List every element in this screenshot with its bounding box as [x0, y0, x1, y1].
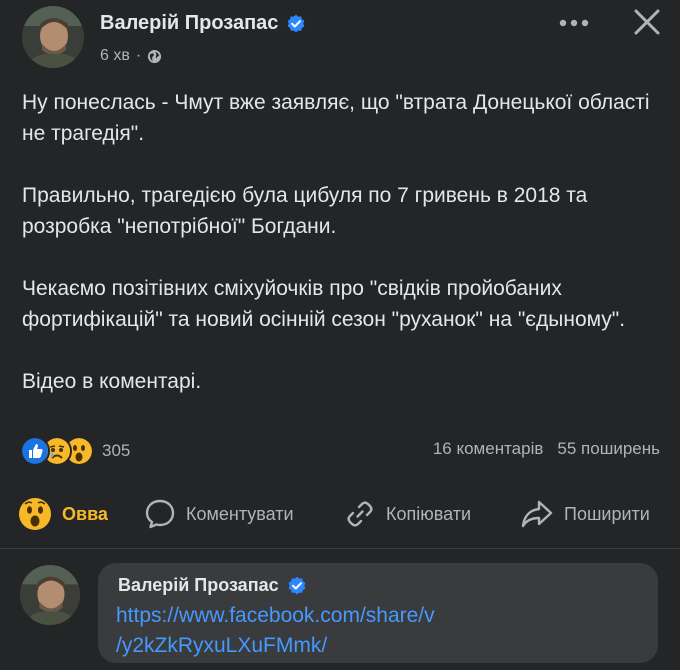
comment-author-name[interactable]: Валерій Прозапас	[118, 575, 279, 596]
share-icon	[521, 500, 553, 528]
post-paragraph: Ну понеслась - Чмут вже заявляє, що "втр…	[22, 91, 650, 145]
post-author[interactable]: Валерій Прозапас	[100, 12, 306, 35]
post-meta: 6 хв ·	[100, 47, 162, 65]
comment-button-label: Коментувати	[186, 503, 294, 524]
comment-author[interactable]: Валерій Прозапас	[118, 575, 307, 596]
reaction-button-label: Овва	[62, 503, 108, 524]
comment-link-line[interactable]: https://www.facebook.com/share/v	[116, 601, 546, 631]
verified-badge-icon	[288, 14, 305, 32]
post-stats: 16 коментарів 55 поширень	[433, 439, 660, 459]
verified-badge-icon	[288, 576, 305, 594]
close-button[interactable]	[627, 2, 667, 42]
action-bar: Овва Коментувати Копіювати Поширити	[0, 494, 680, 534]
copy-button-label: Копіювати	[386, 503, 472, 524]
comments-count[interactable]: 16 коментарів	[433, 439, 544, 459]
close-icon	[634, 9, 660, 35]
more-options-button[interactable]	[556, 10, 592, 36]
post-paragraph: Відео в коментарі.	[22, 370, 202, 393]
comment-button[interactable]: Коментувати	[144, 494, 294, 534]
post-paragraph: Чекаємо позітівних сміхуйочків про "свід…	[22, 277, 626, 331]
post-paragraph: Правильно, трагедією була цибуля по 7 гр…	[22, 184, 588, 238]
reaction-count[interactable]: 305	[102, 441, 130, 461]
copy-button[interactable]: Копіювати	[344, 494, 471, 534]
post-timestamp[interactable]: 6 хв	[100, 47, 130, 65]
comment-link[interactable]: https://www.facebook.com/share/v /y2kZkR…	[116, 601, 546, 661]
author-avatar[interactable]	[22, 6, 84, 68]
meta-separator: ·	[135, 47, 142, 64]
share-button[interactable]: Поширити	[520, 494, 650, 534]
section-divider	[0, 548, 680, 549]
shares-count[interactable]: 55 поширень	[557, 439, 660, 459]
post-text: Ну понеслась - Чмут вже заявляє, що "втр…	[22, 87, 672, 428]
commenter-avatar[interactable]	[20, 565, 80, 625]
post-author-name[interactable]: Валерій Прозапас	[100, 12, 278, 35]
link-icon	[347, 501, 373, 527]
more-dots-icon	[559, 19, 589, 27]
comment-bubble: Валерій Прозапас https://www.facebook.co…	[98, 563, 658, 663]
wow-icon	[19, 498, 51, 530]
share-button-label: Поширити	[564, 503, 650, 524]
comment-icon	[145, 499, 175, 529]
globe-icon	[148, 49, 162, 63]
reaction-button[interactable]: Овва	[18, 494, 108, 534]
reactions-summary[interactable]: 305	[20, 436, 130, 466]
comment-link-line[interactable]: /y2kZkRyxuLXuFMmk/	[116, 631, 546, 661]
like-reaction-icon	[20, 436, 50, 466]
